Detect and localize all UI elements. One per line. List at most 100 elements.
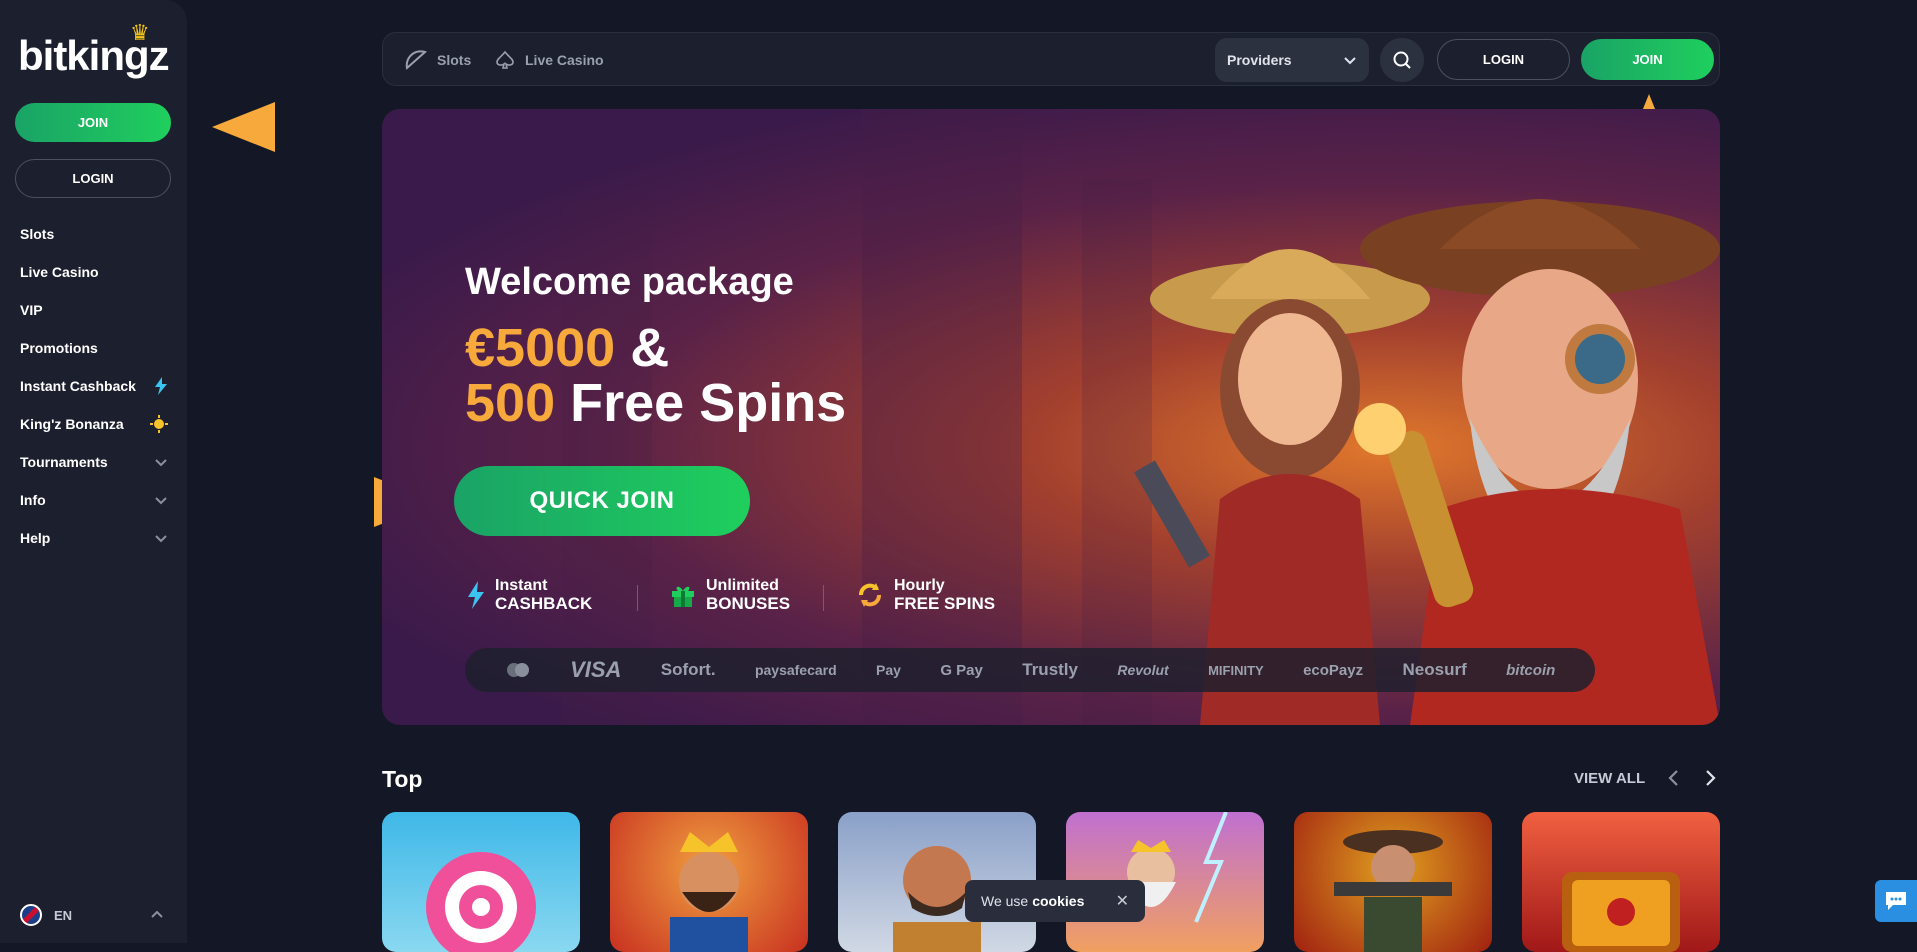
sidebar-item-label: Slots [20,226,55,242]
carousel-prev-button[interactable] [1664,768,1684,788]
game-tile[interactable] [1294,812,1492,952]
sidebar-join-button[interactable]: JOIN [15,103,171,142]
sidebar-item-label: Tournaments [20,454,108,470]
sidebar-item-kingz-bonanza[interactable]: King'z Bonanza [20,405,168,443]
payment-bitcoin: bitcoin [1506,661,1556,679]
hero-banner[interactable]: Welcome package €5000 & 500 Free Spins Q… [382,109,1720,725]
game-thumbnail [670,832,748,952]
feature-line2: FREE SPINS [894,594,996,613]
game-tile[interactable] [382,812,580,952]
feature-line1: Unlimited [706,577,779,594]
game-tile[interactable] [1522,812,1720,952]
sidebar-item-info[interactable]: Info [20,481,168,519]
hero-spins-label: Free Spins [570,373,847,433]
payment-revolut: Revolut [1117,662,1169,678]
uk-flag-icon [20,904,42,926]
game-thumbnail [1562,872,1680,952]
topbar-join-button[interactable]: JOIN [1581,39,1714,80]
divider [823,585,824,611]
payment-apple-pay-label: Pay [876,662,901,678]
chevron-down-icon [155,459,167,467]
sidebar-item-promotions[interactable]: Promotions [20,329,168,367]
pointer-arrow-left [212,102,275,152]
feature-line2: BONUSES [706,594,791,613]
watermelon-icon [405,50,427,70]
nav-live-casino[interactable]: Live Casino [495,33,604,87]
chevron-down-icon [155,497,167,505]
providers-dropdown[interactable]: Providers [1215,38,1369,82]
feature-instant-cashback: Instant CASHBACK [467,577,592,613]
language-label: EN [54,907,73,923]
lightning-icon [155,377,167,395]
sidebar-item-live-casino[interactable]: Live Casino [20,253,168,291]
sun-icon [150,415,168,433]
chat-button[interactable] [1875,880,1917,922]
game-tile[interactable] [610,812,808,952]
sidebar-item-label: Instant Cashback [20,378,136,394]
sidebar-item-label: VIP [20,302,43,318]
nav-slots-label: Slots [437,52,472,68]
feature-hourly-free-spins: Hourly FREE SPINS [856,577,995,613]
sidebar-item-label: Live Casino [20,264,99,280]
sidebar-item-label: King'z Bonanza [20,416,124,432]
game-thumbnail [426,852,536,952]
hero-amount: €5000 [465,318,616,378]
payment-mifinity: MIFINITY [1208,662,1264,678]
sidebar-item-label: Promotions [20,340,98,356]
cookie-link[interactable]: cookies [1032,893,1084,909]
chevron-down-icon [155,535,167,543]
game-carousel [382,812,1720,952]
hero-characters-illustration [1134,199,1720,725]
mastercard-icon [506,663,529,677]
quick-join-button[interactable]: QUICK JOIN [454,466,750,536]
top-nav-bar: Slots Live Casino Providers LOGIN JOIN [382,32,1720,86]
spade-icon [496,50,514,69]
feature-line1: Instant [495,577,548,594]
chevron-down-icon [1344,57,1356,65]
payment-ecopayz: ecoPayz [1303,661,1364,679]
logo[interactable]: bitkingz ♛ [18,20,170,80]
chevron-up-icon [151,910,163,918]
hero-amount-suffix: & [630,318,670,378]
sidebar-item-help[interactable]: Help [20,519,168,557]
lightning-icon [468,581,484,609]
nav-live-casino-label: Live Casino [525,52,604,68]
hero-offer: €5000 & 500 Free Spins [465,321,846,431]
hero-title: Welcome package [465,261,794,303]
feature-unlimited-bonuses: Unlimited BONUSES [670,577,790,613]
language-selector[interactable]: EN [20,904,164,926]
feature-line1: Hourly [894,577,945,594]
search-button[interactable] [1380,38,1424,82]
chat-icon [1886,892,1906,910]
feature-line2: CASHBACK [495,594,593,613]
sidebar-item-label: Help [20,530,51,546]
sidebar-login-button[interactable]: LOGIN [15,159,171,198]
payment-visa: VISA [570,657,622,682]
view-all-link[interactable]: VIEW ALL [1574,770,1645,787]
sidebar-item-tournaments[interactable]: Tournaments [20,443,168,481]
section-title-top: Top [382,766,423,792]
payment-trustly: Trustly [1022,660,1078,679]
carousel-next-button[interactable] [1700,768,1720,788]
payment-google-pay: G Pay [940,661,983,679]
crown-icon: ♛ [130,20,150,45]
sidebar-item-label: Info [20,492,46,508]
gift-icon [672,586,694,607]
payment-methods-bar: VISA Sofort. paysafecard Pay G Pay Trust… [465,648,1595,692]
payment-apple-pay: Pay [876,662,901,678]
sidebar-item-slots[interactable]: Slots [20,215,168,253]
sidebar-item-vip[interactable]: VIP [20,291,168,329]
payment-paysafecard: paysafecard [754,662,837,678]
game-thumbnail [1334,830,1452,952]
refresh-icon [859,583,881,607]
background-tower [862,109,1022,725]
divider [637,585,638,611]
sidebar-item-instant-cashback[interactable]: Instant Cashback [20,367,168,405]
payment-sofort: Sofort. [660,660,716,679]
nav-slots[interactable]: Slots [405,33,471,87]
hero-spins-count: 500 [465,373,556,433]
close-icon[interactable]: ✕ [1116,891,1129,911]
topbar-login-button[interactable]: LOGIN [1437,39,1570,80]
cookie-banner: We use cookies ✕ [965,880,1145,922]
providers-label: Providers [1227,52,1292,68]
